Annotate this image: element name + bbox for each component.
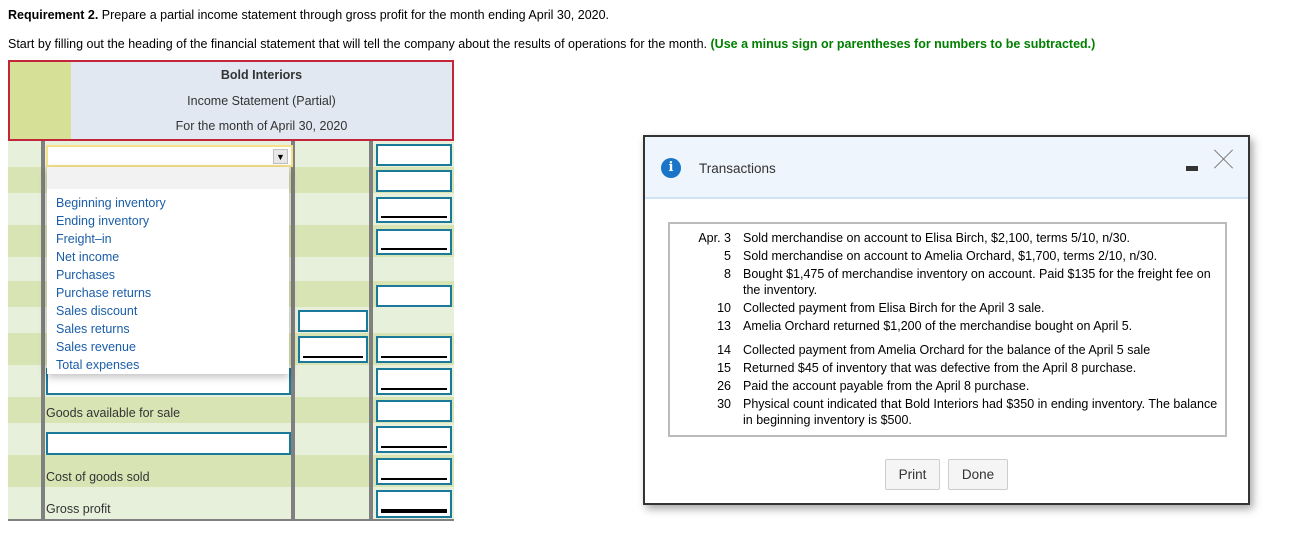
amount-input[interactable] [376,170,452,192]
dropdown-option[interactable]: Net income [47,248,289,266]
double-underline [381,509,447,513]
underline [381,216,447,218]
done-button[interactable]: Done [948,459,1008,490]
amount-input[interactable] [376,490,452,518]
cogs-label: Cost of goods sold [46,470,150,484]
amount-input[interactable] [298,310,368,332]
transaction-text: Amelia Orchard returned $1,200 of the me… [743,319,1133,333]
amount-input[interactable] [376,336,452,363]
amount-input[interactable] [376,229,452,255]
company-name: Bold Interiors [220,68,303,82]
dropdown-option[interactable]: Purchases [47,266,289,284]
dropdown-option-blank[interactable] [47,167,289,189]
amount-input[interactable] [376,400,452,422]
instruction-body: Start by filling out the heading of the … [8,37,711,51]
heading-strip [10,62,71,139]
requirement-label: Requirement 2. [8,8,99,22]
dropdown-option[interactable]: Purchase returns [47,284,289,302]
info-icon: i [661,158,681,178]
column-divider [291,141,295,521]
transaction-date: Apr. 3 [698,231,731,245]
transactions-list: Apr. 3 Sold merchandise on account to El… [668,222,1227,437]
amount-input[interactable] [376,144,452,166]
amount-input[interactable] [376,197,452,223]
chevron-down-icon[interactable]: ▼ [273,149,288,164]
transaction-date: 5 [724,249,731,263]
underline [303,356,363,358]
underline [381,446,447,448]
dropdown-option[interactable]: Sales discount [47,302,289,320]
transaction-text: Collected payment from Amelia Orchard fo… [743,343,1151,357]
transaction-text: Sold merchandise on account to Amelia Or… [743,249,1158,263]
amount-input[interactable] [298,336,368,363]
transaction-date: 8 [724,267,731,281]
transaction-date: 13 [717,319,731,333]
transaction-date: 30 [717,397,731,411]
amount-input[interactable] [376,285,452,307]
dropdown-option[interactable]: Total expenses [47,356,289,374]
dropdown-option[interactable]: Sales returns [47,320,289,338]
amount-input[interactable] [376,426,452,453]
requirement-body: Prepare a partial income statement throu… [98,8,610,22]
transaction-text: Paid the account payable from the April … [743,379,1030,393]
amount-input[interactable] [376,458,452,485]
minimize-icon[interactable] [1186,166,1198,171]
close-icon[interactable] [1214,149,1234,169]
underline [381,388,447,390]
transaction-date: 14 [717,343,731,357]
column-divider [369,141,373,521]
statement-title: Income Statement (Partial) [187,94,336,108]
account-input[interactable] [46,432,291,455]
dropdown-option[interactable]: Beginning inventory [47,194,289,212]
table-bottom-border [8,519,454,521]
dialog-header: i Transactions [645,137,1248,199]
goods-available-label: Goods available for sale [46,406,181,420]
underline [381,356,447,358]
transaction-text: Physical count indicated that Bold Inter… [743,397,1218,427]
dropdown-option[interactable]: Sales revenue [47,338,289,356]
statement-period: For the month of April 30, 2020 [175,119,348,133]
transaction-text: Returned $45 of inventory that was defec… [743,361,1137,375]
instruction-text: Start by filling out the heading of the … [8,37,1095,51]
transaction-date: 26 [717,379,731,393]
dropdown-option[interactable]: Ending inventory [47,212,289,230]
transaction-text: Collected payment from Elisa Birch for t… [743,301,1045,315]
dialog-title: Transactions [699,161,776,176]
transactions-dialog: i Transactions Apr. 3 Sold merchandise o… [643,135,1250,505]
underline [381,478,447,480]
statement-heading: Bold Interiors Income Statement (Partial… [8,60,454,141]
account-dropdown-list: Beginning inventory Ending inventory Fre… [47,167,289,374]
underline [381,248,447,250]
transaction-text: Sold merchandise on account to Elisa Bir… [743,231,1131,245]
gross-profit-label: Gross profit [46,502,111,516]
amount-input[interactable] [376,368,452,395]
instruction-hint: (Use a minus sign or parentheses for num… [710,37,1096,51]
print-button[interactable]: Print [885,459,940,490]
account-select[interactable]: ▼ [46,145,293,167]
transaction-date: 15 [717,361,731,375]
requirement-text: Requirement 2. Prepare a partial income … [8,8,609,22]
transaction-text: Bought $1,475 of merchandise inventory o… [743,267,1211,297]
transaction-date: 10 [717,301,731,315]
dropdown-option[interactable]: Freight–in [47,230,289,248]
column-divider [41,141,45,521]
